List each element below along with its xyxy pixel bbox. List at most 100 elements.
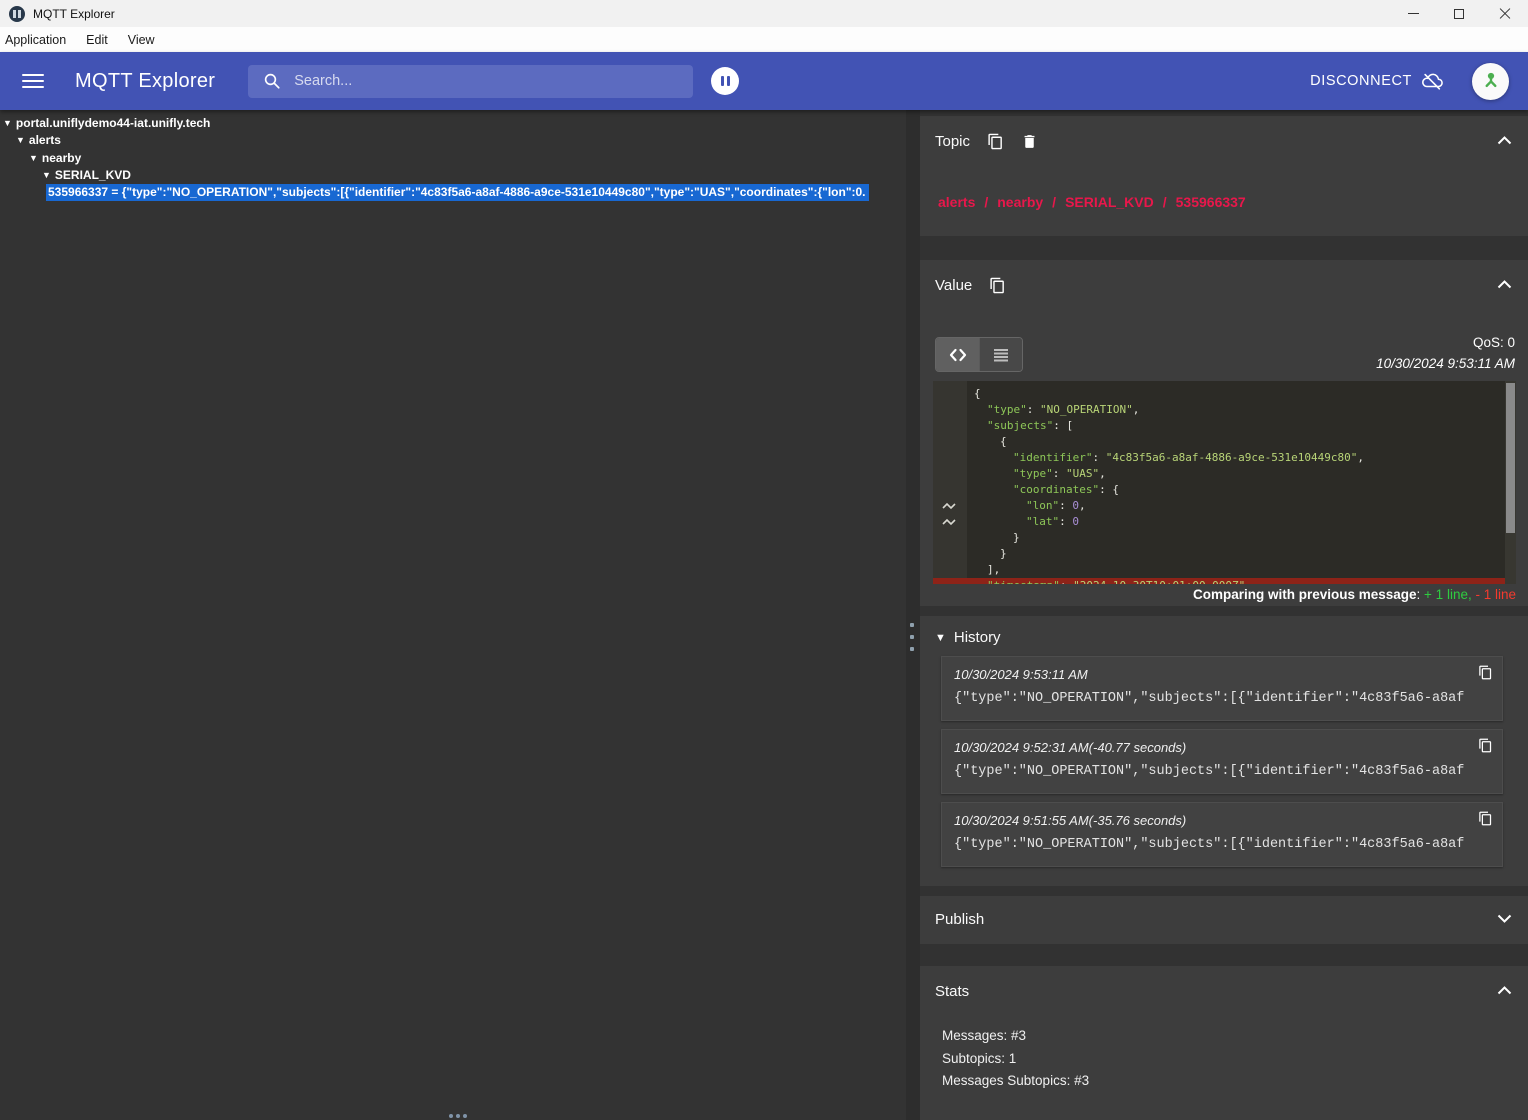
collapse-arrow-icon[interactable]: ▼ bbox=[42, 170, 51, 180]
hamburger-menu-icon[interactable] bbox=[22, 70, 44, 92]
message-timestamp: 10/30/2024 9:53:11 AM bbox=[1376, 356, 1515, 371]
menu-bar: Application Edit View bbox=[0, 27, 1528, 52]
diff-removed-line: "timestamp": "2024-10-30T10:01:00.000Z", bbox=[933, 578, 1505, 584]
close-icon bbox=[1499, 8, 1511, 20]
breadcrumb-serial-kvd: SERIAL_KVD bbox=[1065, 194, 1154, 210]
qos-label: QoS: 0 bbox=[1473, 335, 1515, 350]
copy-icon bbox=[987, 133, 1004, 150]
collapse-arrow-icon[interactable]: ▼ bbox=[3, 118, 12, 128]
scrollbar-thumb[interactable] bbox=[1506, 383, 1515, 533]
app-header: MQTT Explorer DISCONNECT bbox=[0, 52, 1528, 110]
history-header[interactable]: ▼ History bbox=[920, 616, 1528, 646]
detail-panel: Topic alerts bbox=[920, 110, 1528, 1120]
list-view-button[interactable] bbox=[979, 338, 1022, 371]
value-section: Value bbox=[920, 260, 1528, 606]
code-scrollbar bbox=[1505, 381, 1516, 584]
diff-summary-label: Comparing with previous message bbox=[1193, 587, 1417, 602]
copy-history-button[interactable] bbox=[1478, 665, 1493, 685]
list-icon bbox=[993, 348, 1009, 362]
menu-application[interactable]: Application bbox=[0, 27, 76, 52]
stats-section: Stats Messages: #3 Subtopics: 1 Messages… bbox=[920, 966, 1528, 1120]
tree-row-alerts[interactable]: ▼ alerts bbox=[0, 132, 906, 150]
copy-topic-button[interactable] bbox=[987, 133, 1004, 150]
copy-history-button[interactable] bbox=[1478, 811, 1493, 831]
collapse-arrow-icon: ▼ bbox=[935, 632, 946, 644]
chevron-up-icon bbox=[1497, 136, 1512, 145]
code-brackets-icon bbox=[949, 348, 967, 362]
menu-view[interactable]: View bbox=[118, 27, 165, 52]
tree-row-broker[interactable]: ▼ portal.uniflydemo44-iat.unifly.tech bbox=[0, 114, 906, 132]
collapse-value-button[interactable] bbox=[1497, 276, 1512, 294]
window-title: MQTT Explorer bbox=[33, 7, 115, 21]
collapse-stats-button[interactable] bbox=[1497, 982, 1512, 1000]
maximize-icon bbox=[1454, 9, 1464, 19]
history-entry[interactable]: 10/30/2024 9:51:55 AM(-35.76 seconds) {"… bbox=[941, 802, 1503, 867]
cloud-off-icon bbox=[1421, 70, 1443, 92]
collapse-arrow-icon[interactable]: ▼ bbox=[29, 153, 38, 163]
search-input[interactable] bbox=[294, 73, 664, 89]
tree-row-nearby[interactable]: ▼ nearby bbox=[0, 149, 906, 167]
app-title: MQTT Explorer bbox=[75, 70, 215, 93]
topic-section: Topic alerts bbox=[920, 116, 1528, 236]
stats-messages-subtopics: Messages Subtopics: #3 bbox=[942, 1073, 1089, 1088]
diff-changed-icon bbox=[942, 502, 957, 510]
tree-row-serial-kvd[interactable]: ▼ SERIAL_KVD bbox=[0, 167, 906, 185]
tree-label-serial-kvd: SERIAL_KVD bbox=[55, 168, 131, 182]
history-entry[interactable]: 10/30/2024 9:53:11 AM {"type":"NO_OPERAT… bbox=[941, 656, 1503, 721]
breadcrumb-nearby: nearby bbox=[997, 194, 1043, 210]
raw-view-button[interactable] bbox=[936, 338, 979, 371]
tree-row-535966337-selected[interactable]: 535966337 = {"type":"NO_OPERATION","subj… bbox=[0, 184, 906, 202]
breadcrumb-535966337: 535966337 bbox=[1176, 194, 1246, 210]
connection-avatar-button[interactable] bbox=[1472, 63, 1509, 100]
minimize-button[interactable] bbox=[1390, 0, 1436, 27]
copy-icon bbox=[1478, 811, 1493, 826]
search-box[interactable] bbox=[248, 65, 693, 98]
topic-section-title: Topic bbox=[935, 133, 970, 150]
menu-edit[interactable]: Edit bbox=[76, 27, 118, 52]
history-entry-time: 10/30/2024 9:51:55 AM(-35.76 seconds) bbox=[954, 813, 1468, 828]
copy-icon bbox=[989, 277, 1006, 294]
value-view-toggle bbox=[935, 337, 1023, 372]
search-icon bbox=[263, 72, 281, 90]
stats-list: Messages: #3 Subtopics: 1 Messages Subto… bbox=[942, 1028, 1089, 1096]
breadcrumb: alerts / nearby / SERIAL_KVD / 535966337 bbox=[938, 194, 1246, 210]
history-entry[interactable]: 10/30/2024 9:52:31 AM(-40.77 seconds) {"… bbox=[941, 729, 1503, 794]
pause-button[interactable] bbox=[711, 67, 739, 95]
stats-section-title: Stats bbox=[935, 983, 969, 1000]
copy-history-button[interactable] bbox=[1478, 738, 1493, 758]
chevron-up-icon bbox=[1497, 280, 1512, 289]
diff-summary: Comparing with previous message: + 1 lin… bbox=[1193, 587, 1516, 602]
minimize-icon bbox=[1408, 13, 1419, 14]
breadcrumb-separator: / bbox=[984, 194, 988, 210]
diff-removed-count: - 1 line bbox=[1472, 587, 1516, 602]
tree-label-broker: portal.uniflydemo44-iat.unifly.tech bbox=[16, 116, 210, 130]
app-icon bbox=[9, 6, 25, 22]
pause-icon bbox=[721, 76, 724, 86]
history-entry-payload: {"type":"NO_OPERATION","subjects":[{"ide… bbox=[954, 691, 1468, 706]
history-section: ▼ History 10/30/2024 9:53:11 AM {"type":… bbox=[920, 616, 1528, 886]
publish-section: Publish bbox=[920, 896, 1528, 944]
breadcrumb-separator: / bbox=[1052, 194, 1056, 210]
history-entry-payload: {"type":"NO_OPERATION","subjects":[{"ide… bbox=[954, 837, 1468, 852]
delete-topic-button[interactable] bbox=[1021, 133, 1038, 150]
maximize-button[interactable] bbox=[1436, 0, 1482, 27]
divider-drag-handle-icon[interactable] bbox=[910, 623, 914, 659]
history-entry-time: 10/30/2024 9:52:31 AM(-40.77 seconds) bbox=[954, 740, 1468, 755]
disconnect-button[interactable]: DISCONNECT bbox=[1310, 70, 1443, 92]
breadcrumb-separator: / bbox=[1163, 194, 1167, 210]
panel-divider[interactable] bbox=[906, 110, 920, 1120]
tree-resize-handle[interactable] bbox=[449, 1114, 467, 1118]
stats-subtopics: Subtopics: 1 bbox=[942, 1051, 1089, 1066]
collapse-arrow-icon[interactable]: ▼ bbox=[16, 135, 25, 145]
close-button[interactable] bbox=[1482, 0, 1528, 27]
chevron-down-icon bbox=[1497, 914, 1512, 923]
mqtt-logo-icon bbox=[1480, 70, 1502, 92]
copy-value-button[interactable] bbox=[989, 277, 1006, 294]
expand-publish-button[interactable] bbox=[1497, 910, 1512, 928]
collapse-topic-button[interactable] bbox=[1497, 132, 1512, 150]
chevron-up-icon bbox=[1497, 986, 1512, 995]
tree-label-nearby: nearby bbox=[42, 151, 81, 165]
copy-icon bbox=[1478, 738, 1493, 753]
history-section-title: History bbox=[954, 629, 1001, 646]
stats-messages: Messages: #3 bbox=[942, 1028, 1089, 1043]
